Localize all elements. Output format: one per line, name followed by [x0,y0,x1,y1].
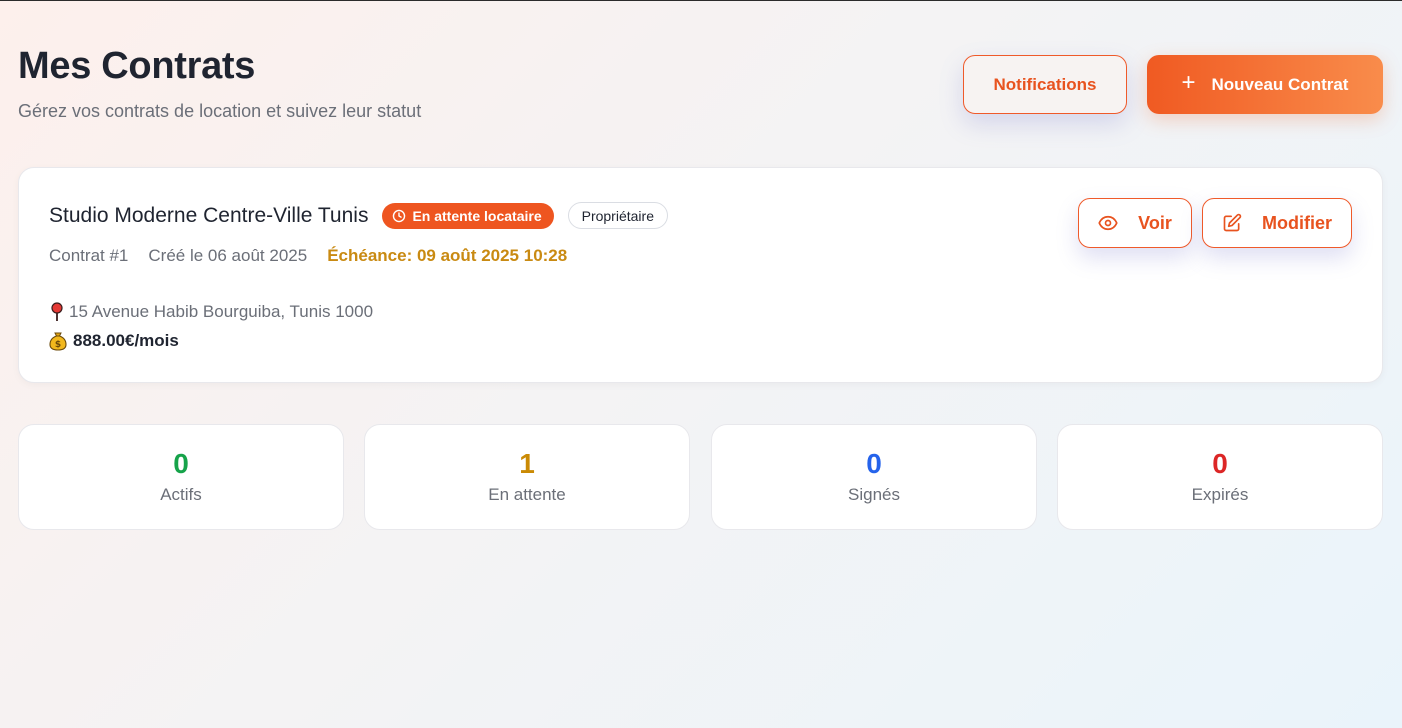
contract-address-row: 15 Avenue Habib Bourguiba, Tunis 1000 [49,302,373,322]
clock-icon [393,209,406,222]
stat-value: 0 [173,447,189,479]
contract-title-row: Studio Moderne Centre-Ville Tunis En att… [49,202,668,229]
notifications-button[interactable]: Notifications [963,55,1127,114]
contract-price-row: $ 888.00€/mois [49,331,179,351]
edit-button-label: Modifier [1262,212,1332,233]
edit-button[interactable]: Modifier [1202,198,1352,248]
stat-label: Expirés [1191,485,1249,505]
stat-label: Actifs [160,485,202,505]
contract-deadline: Échéance: 09 août 2025 10:28 [327,246,568,265]
contract-meta: Contrat #1 Créé le 06 août 2025 Échéance… [49,246,567,266]
contract-created-date: Créé le 06 août 2025 [148,246,308,265]
pin-icon [51,302,63,321]
eye-icon [1098,215,1118,231]
contract-title: Studio Moderne Centre-Ville Tunis [49,203,369,227]
contract-address: 15 Avenue Habib Bourguiba, Tunis 1000 [69,302,374,321]
stat-value: 0 [866,447,882,479]
page-subtitle: Gérez vos contrats de location et suivez… [18,101,422,121]
contract-number: Contrat #1 [49,246,129,265]
stat-card-actifs: 0 Actifs [18,424,344,530]
page-header: Mes Contrats Gérez vos contrats de locat… [18,45,1383,135]
stat-card-en-attente: 1 En attente [364,424,690,530]
view-button[interactable]: Voir [1078,198,1192,248]
new-contract-button-label: Nouveau Contrat [1211,74,1349,94]
stat-label: Signés [848,485,900,505]
stat-value: 0 [1212,447,1228,479]
new-contract-button[interactable]: + Nouveau Contrat [1147,55,1383,114]
money-bag-icon: $ [49,332,67,351]
stat-card-signes: 0 Signés [711,424,1037,530]
role-badge: Propriétaire [567,202,668,229]
plus-icon: + [1181,69,1196,96]
notifications-button-label: Notifications [993,74,1097,94]
stat-value: 1 [519,447,535,479]
svg-text:$: $ [55,340,61,350]
edit-icon [1223,213,1242,232]
status-badge-label: En attente locataire [412,207,542,224]
page-title: Mes Contrats [18,45,256,87]
status-badge: En attente locataire [382,202,554,229]
view-button-label: Voir [1138,212,1172,233]
stat-label: En attente [488,485,566,505]
stat-card-expires: 0 Expirés [1057,424,1383,530]
contract-card[interactable]: Studio Moderne Centre-Ville Tunis En att… [18,167,1383,383]
contract-price: 888.00€/mois [73,331,179,350]
